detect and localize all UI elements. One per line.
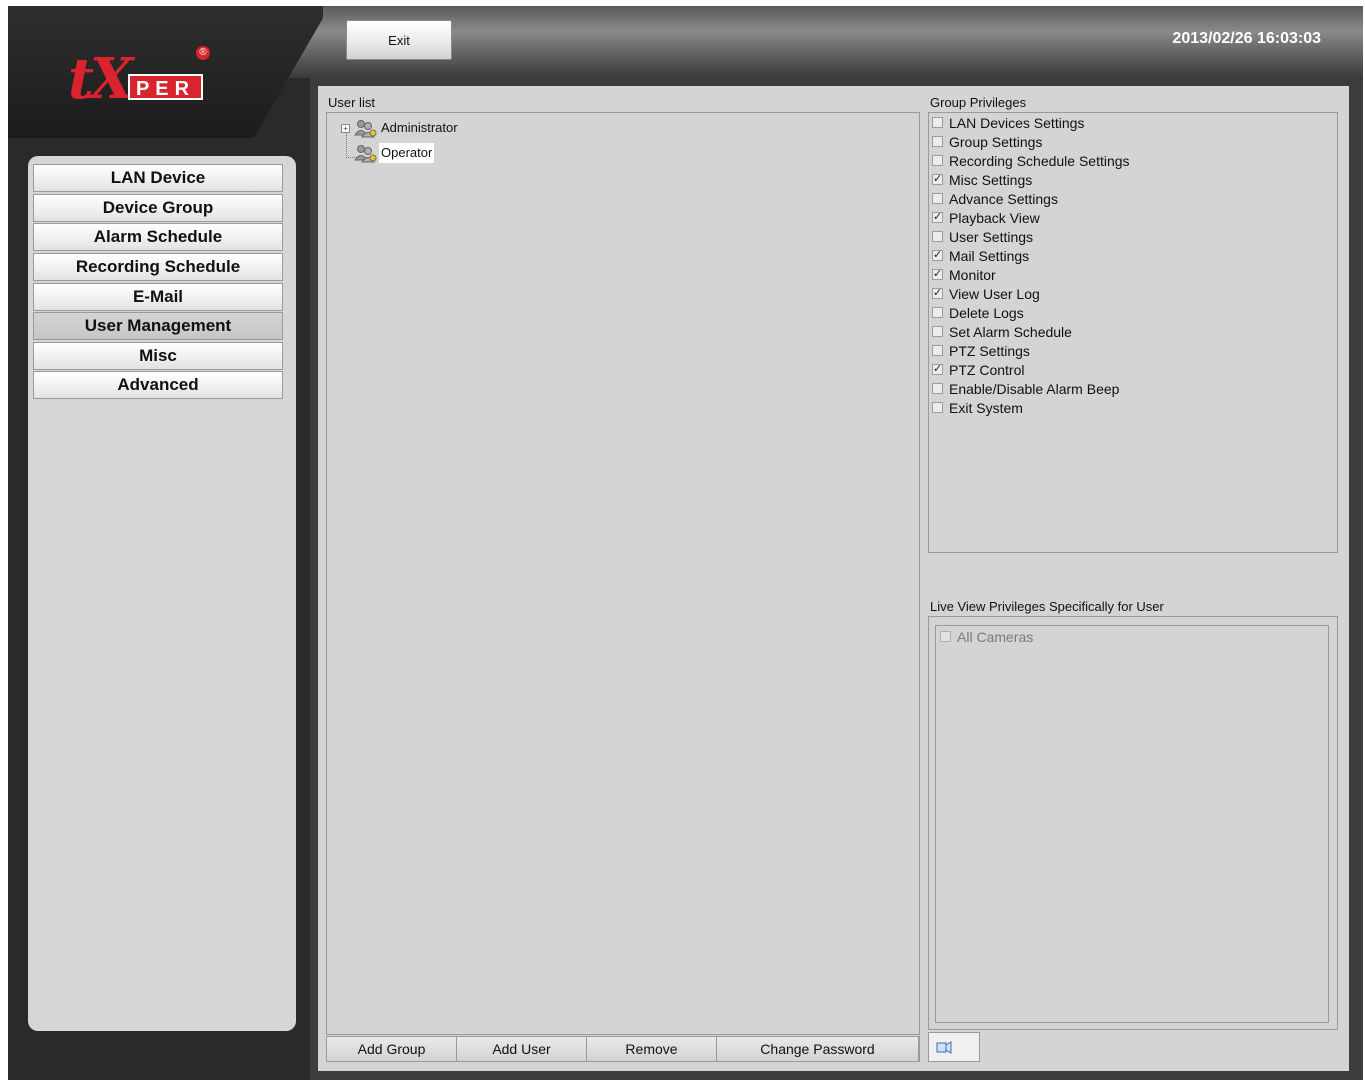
privilege-label: Delete Logs xyxy=(949,305,1024,321)
nav-recording-schedule-button[interactable]: Recording Schedule xyxy=(33,253,283,281)
privilege-label: Recording Schedule Settings xyxy=(949,153,1130,169)
privilege-checkbox[interactable] xyxy=(932,383,943,394)
privilege-checkbox[interactable] xyxy=(932,117,943,128)
nav-lan-device-button[interactable]: LAN Device xyxy=(33,164,283,192)
registered-icon: ® xyxy=(196,46,210,60)
all-cameras-label: All Cameras xyxy=(957,629,1034,645)
user-actions-bar: Add Group Add User Remove Change Password xyxy=(326,1036,920,1062)
privilege-checkbox[interactable]: ✓ xyxy=(932,212,943,223)
group-privileges-title: Group Privileges xyxy=(930,95,1027,110)
expand-icon[interactable]: + xyxy=(341,124,350,133)
remove-button[interactable]: Remove xyxy=(587,1037,717,1061)
user-group-icon xyxy=(353,143,377,163)
tree-node-administrator[interactable]: + Administrator xyxy=(337,118,537,138)
privilege-label: Group Settings xyxy=(949,134,1043,150)
nav-e-mail-button[interactable]: E-Mail xyxy=(33,283,283,311)
logo-per: PER xyxy=(128,74,203,100)
nav-device-group-button[interactable]: Device Group xyxy=(33,194,283,222)
privilege-checkbox[interactable] xyxy=(932,402,943,413)
privilege-checkbox[interactable] xyxy=(932,193,943,204)
privilege-checkbox[interactable]: ✓ xyxy=(932,288,943,299)
live-view-title: Live View Privileges Specifically for Us… xyxy=(930,599,1164,614)
tree-node-operator[interactable]: Operator xyxy=(337,143,537,163)
privilege-label: PTZ Settings xyxy=(949,343,1030,359)
privilege-label: Enable/Disable Alarm Beep xyxy=(949,381,1120,397)
user-list-title: User list xyxy=(328,95,375,110)
sidebar-nav: LAN Device Device Group Alarm Schedule Reco… xyxy=(28,156,296,1031)
nav-advanced-button[interactable]: Advanced xyxy=(33,371,283,399)
user-group-icon xyxy=(353,118,377,138)
exit-button[interactable]: Exit xyxy=(346,20,452,60)
privilege-checkbox[interactable] xyxy=(932,136,943,147)
user-list-tree[interactable]: + Administrator Operator xyxy=(326,112,920,1035)
privilege-label: User Settings xyxy=(949,229,1034,245)
privilege-label: Playback View xyxy=(949,210,1040,226)
privilege-label: View User Log xyxy=(949,286,1040,302)
privilege-checkbox[interactable]: ✓ xyxy=(932,269,943,280)
change-password-button[interactable]: Change Password xyxy=(717,1037,919,1061)
privilege-label: Exit System xyxy=(949,400,1023,416)
privilege-checkbox[interactable] xyxy=(932,231,943,242)
add-user-button[interactable]: Add User xyxy=(457,1037,587,1061)
live-view-privileges-box: All Cameras xyxy=(928,616,1338,1030)
logo-tx: tX xyxy=(68,46,133,112)
privilege-label: Set Alarm Schedule xyxy=(949,324,1072,340)
privilege-checkbox[interactable]: ✓ xyxy=(932,174,943,185)
all-cameras-checkbox[interactable] xyxy=(940,631,951,642)
privilege-label: Monitor xyxy=(949,267,996,283)
privilege-label: Advance Settings xyxy=(949,191,1058,207)
nav-alarm-schedule-button[interactable]: Alarm Schedule xyxy=(33,223,283,251)
camera-icon xyxy=(936,1041,952,1054)
privilege-checkbox[interactable]: ✓ xyxy=(932,364,943,375)
camera-tab[interactable] xyxy=(928,1032,980,1062)
nav-user-management-button[interactable]: User Management xyxy=(33,312,283,340)
tree-node-label: Administrator xyxy=(381,120,458,135)
privilege-label: PTZ Control xyxy=(949,362,1025,378)
privilege-checkbox[interactable] xyxy=(932,326,943,337)
privilege-label: LAN Devices Settings xyxy=(949,115,1085,131)
main-frame: User list + Administrator Operator Add Gro… xyxy=(310,78,1363,1080)
datetime-display: 2013/02/26 16:03:03 xyxy=(1172,30,1321,47)
app-window: Exit 2013/02/26 16:03:03 tX PER ® LAN De… xyxy=(8,6,1363,1080)
privilege-label: Misc Settings xyxy=(949,172,1033,188)
camera-list: All Cameras xyxy=(935,625,1329,1023)
privilege-checkbox[interactable] xyxy=(932,345,943,356)
group-privileges-list: LAN Devices Settings Group Settings Record… xyxy=(928,112,1338,553)
privilege-checkbox[interactable] xyxy=(932,155,943,166)
nav-misc-button[interactable]: Misc xyxy=(33,342,283,370)
tree-node-label: Operator xyxy=(379,143,435,163)
privilege-label: Mail Settings xyxy=(949,248,1030,264)
user-management-panel: User list + Administrator Operator Add Gro… xyxy=(318,86,1349,1071)
logo-area: tX PER ® xyxy=(8,6,323,138)
add-group-button[interactable]: Add Group xyxy=(327,1037,457,1061)
privilege-checkbox[interactable] xyxy=(932,307,943,318)
txper-logo: tX PER ® xyxy=(68,44,213,122)
privilege-checkbox[interactable]: ✓ xyxy=(932,250,943,261)
